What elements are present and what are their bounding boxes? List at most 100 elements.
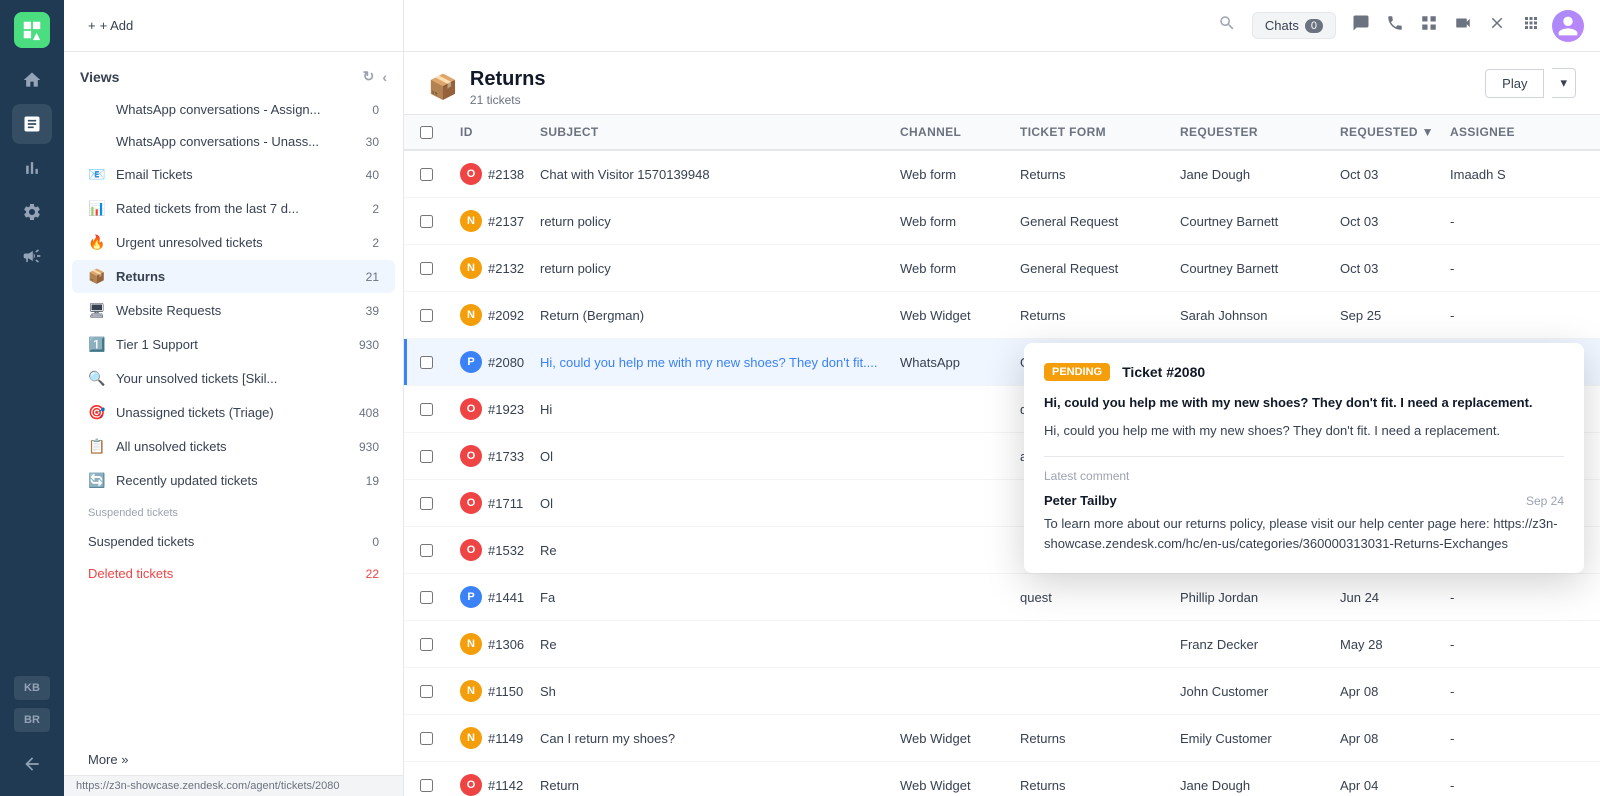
play-button[interactable]: Play xyxy=(1485,69,1544,98)
row-id-text: #1150 xyxy=(488,684,523,699)
row-subject[interactable]: Sh xyxy=(532,668,892,714)
sidebar-item-whatsapp-conversations---unass[interactable]: WhatsApp conversations - Unass... 30 xyxy=(72,126,395,157)
table-row[interactable]: P #1441 Fa quest Phillip Jordan Jun 24 - xyxy=(404,574,1600,621)
row-id: O #1733 xyxy=(452,433,532,479)
sidebar-item-email-tickets[interactable]: 📧 Email Tickets 40 xyxy=(72,158,395,191)
sidebar-item-tier-1-support[interactable]: 1️⃣ Tier 1 Support 930 xyxy=(72,328,395,361)
sidebar-item-website-requests[interactable]: 🖥 Website Requests 39 xyxy=(72,294,395,327)
row-channel xyxy=(892,527,1012,573)
col-requested: Requested ▼ xyxy=(1332,115,1442,149)
close-icon[interactable] xyxy=(1484,10,1510,41)
apps-icon[interactable] xyxy=(1518,10,1544,41)
table-row[interactable]: N #2092 Return (Bergman) Web Widget Retu… xyxy=(404,292,1600,339)
sidebar-item-all-unsolved-tickets[interactable]: 📋 All unsolved tickets 930 xyxy=(72,430,395,463)
avatar[interactable] xyxy=(1552,10,1584,42)
row-id: O #1142 xyxy=(452,762,532,796)
row-id: N #1306 xyxy=(452,621,532,667)
row-subject[interactable]: Hi xyxy=(532,386,892,432)
row-checkbox xyxy=(412,527,452,573)
table-row[interactable]: N #2137 return policy Web form General R… xyxy=(404,198,1600,245)
row-subject[interactable]: Return (Bergman) xyxy=(532,292,892,338)
sidebar-item-your-unsolved-tickets-skil[interactable]: 🔍 Your unsolved tickets [Skil... xyxy=(72,362,395,395)
sidebar: + + Add Views ↻ ‹ WhatsApp conversations… xyxy=(64,0,404,796)
tickets-icon[interactable] xyxy=(12,104,52,144)
status-icon: O xyxy=(460,492,482,514)
row-subject[interactable]: Re xyxy=(532,527,892,573)
sidebar-item-returns[interactable]: 📦 Returns 21 xyxy=(72,260,395,293)
sidebar-item-urgent-unresolved-tickets[interactable]: 🔥 Urgent unresolved tickets 2 xyxy=(72,226,395,259)
row-requester: Jane Dough xyxy=(1172,151,1332,197)
row-checkbox xyxy=(412,668,452,714)
select-all-checkbox[interactable] xyxy=(420,126,433,139)
row-subject[interactable]: Ol xyxy=(532,480,892,526)
br-icon[interactable]: BR xyxy=(14,708,50,732)
row-requester: Emily Customer xyxy=(1172,715,1332,761)
refresh-icon[interactable]: ↻ xyxy=(363,68,375,85)
table-row[interactable]: N #1150 Sh John Customer Apr 08 - xyxy=(404,668,1600,715)
status-icon: O xyxy=(460,774,482,796)
status-bar: https://z3n-showcase.zendesk.com/agent/t… xyxy=(64,775,403,796)
subject-text: Return (Bergman) xyxy=(540,308,644,323)
kb-icon[interactable]: KB xyxy=(14,676,50,700)
view-actions: Play ▾ xyxy=(1485,68,1576,114)
row-subject[interactable]: Return xyxy=(532,762,892,796)
video-icon[interactable] xyxy=(1450,10,1476,41)
col-channel: Channel xyxy=(892,115,1012,149)
chat-icon[interactable] xyxy=(1348,10,1374,41)
sidebar-item-deleted[interactable]: Deleted tickets22 xyxy=(72,558,395,589)
row-requested: May 28 xyxy=(1332,621,1442,667)
grid-icon[interactable] xyxy=(1416,10,1442,41)
status-icon: O xyxy=(460,539,482,561)
add-icon: + xyxy=(88,18,96,33)
phone-icon[interactable] xyxy=(1382,10,1408,41)
sidebar-label: WhatsApp conversations - Unass... xyxy=(116,134,366,149)
sidebar-item-unassigned-tickets-triage[interactable]: 🎯 Unassigned tickets (Triage) 408 xyxy=(72,396,395,429)
settings-icon[interactable] xyxy=(12,192,52,232)
chats-button[interactable]: Chats 0 xyxy=(1252,12,1336,39)
row-checkbox xyxy=(412,762,452,796)
reporting-icon[interactable] xyxy=(12,148,52,188)
status-icon: N xyxy=(460,633,482,655)
row-requester: Courtney Barnett xyxy=(1172,198,1332,244)
play-dropdown-button[interactable]: ▾ xyxy=(1552,68,1576,98)
row-subject[interactable]: Ol xyxy=(532,433,892,479)
table-row[interactable]: N #1306 Re Franz Decker May 28 - xyxy=(404,621,1600,668)
row-subject[interactable]: return policy xyxy=(532,245,892,291)
row-subject[interactable]: Re xyxy=(532,621,892,667)
row-subject[interactable]: Hi, could you help me with my new shoes?… xyxy=(532,339,892,385)
sidebar-item-whatsapp-conversations---assig[interactable]: WhatsApp conversations - Assign... 0 xyxy=(72,94,395,125)
announcements-icon[interactable] xyxy=(12,236,52,276)
row-subject[interactable]: Chat with Visitor 1570139948 xyxy=(532,151,892,197)
status-url: https://z3n-showcase.zendesk.com/agent/t… xyxy=(76,780,340,792)
row-id-text: #2092 xyxy=(488,308,524,323)
home-icon[interactable] xyxy=(12,60,52,100)
row-assignee: - xyxy=(1442,715,1592,761)
row-form: General Request xyxy=(1012,245,1172,291)
sidebar-label: Urgent unresolved tickets xyxy=(116,235,372,250)
row-subject[interactable]: Can I return my shoes? xyxy=(532,715,892,761)
row-channel xyxy=(892,668,1012,714)
sidebar-item-suspended[interactable]: Suspended tickets0 xyxy=(72,526,395,557)
table-row[interactable]: N #1149 Can I return my shoes? Web Widge… xyxy=(404,715,1600,762)
search-icon[interactable] xyxy=(1214,10,1240,41)
ticket-table: ID Subject Channel Ticket form Requester… xyxy=(404,115,1600,796)
sidebar-icon: 🔍 xyxy=(88,370,108,387)
sidebar-label: Tier 1 Support xyxy=(116,337,359,352)
table-row[interactable]: N #2132 return policy Web form General R… xyxy=(404,245,1600,292)
bottom-icon[interactable] xyxy=(12,744,52,784)
col-subject: Subject xyxy=(532,115,892,149)
sidebar-item-rated-tickets-from-the-last-7-[interactable]: 📊 Rated tickets from the last 7 d... 2 xyxy=(72,192,395,225)
row-id-text: #1441 xyxy=(488,590,524,605)
row-subject[interactable]: Fa xyxy=(532,574,892,620)
more-link[interactable]: More » xyxy=(64,744,403,775)
app-logo[interactable] xyxy=(14,12,50,48)
add-button[interactable]: + + Add xyxy=(80,14,141,37)
table-row[interactable]: O #2138 Chat with Visitor 1570139948 Web… xyxy=(404,151,1600,198)
comment-header: Peter Tailby Sep 24 xyxy=(1044,493,1564,508)
sidebar-item-recently-updated-tickets[interactable]: 🔄 Recently updated tickets 19 xyxy=(72,464,395,497)
row-subject[interactable]: return policy xyxy=(532,198,892,244)
popup-divider xyxy=(1044,456,1564,457)
table-row[interactable]: O #1142 Return Web Widget Returns Jane D… xyxy=(404,762,1600,796)
collapse-icon[interactable]: ‹ xyxy=(382,69,387,85)
row-id: N #2137 xyxy=(452,198,532,244)
